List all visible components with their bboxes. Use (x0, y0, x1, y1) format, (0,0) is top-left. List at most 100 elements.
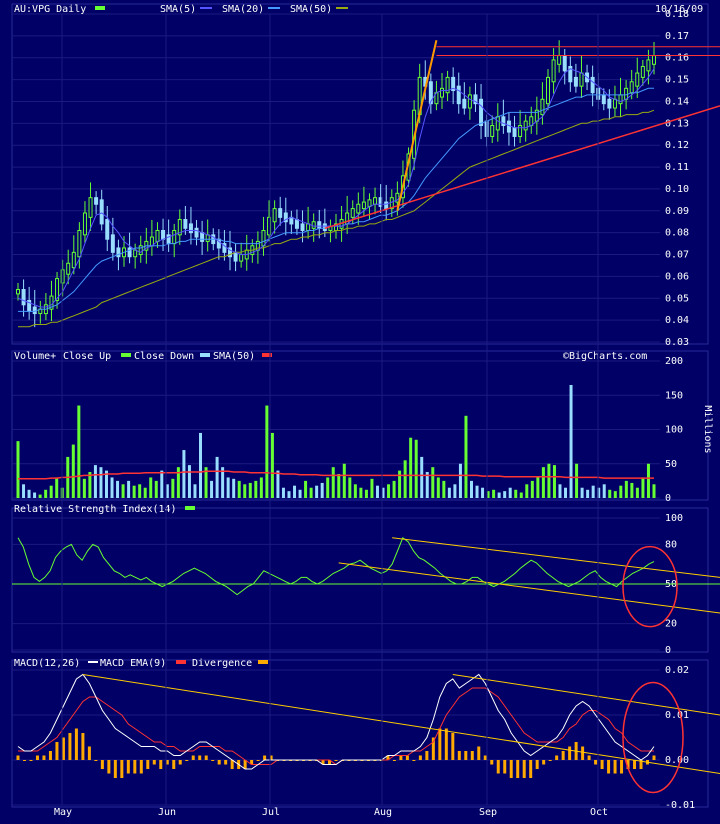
price-candle-body (540, 98, 545, 116)
macd-divergence-bar (191, 755, 195, 760)
macd-divergence-bar (470, 751, 474, 760)
stock-chart: 0.18 0.17 0.16 0.15 0.14 0.13 0.12 0.11 0.10 0.09… (0, 0, 720, 820)
volume-ytick-label: 100 (665, 425, 683, 436)
macd-divergence-bar (613, 760, 617, 774)
price-candle-body (94, 197, 99, 205)
volume-bar (569, 384, 573, 498)
price-candle-body (361, 201, 366, 210)
price-candle-body (183, 219, 188, 229)
macd-divergence-bar (263, 755, 267, 760)
volume-bar (519, 492, 523, 498)
volume-bar (182, 450, 186, 498)
macd-divergence-bar (399, 755, 403, 760)
price-ytick-label: 0.06 (665, 271, 689, 282)
volume-bar (193, 484, 197, 498)
macd-divergence-bar (548, 760, 552, 761)
xtick-label-jul: Jul (262, 807, 280, 818)
volume-bar (265, 405, 269, 498)
macd-divergence-bar (477, 746, 481, 760)
price-ytick-label: 0.15 (665, 75, 689, 86)
volume-bar (320, 482, 324, 498)
volume-bar (619, 485, 623, 498)
price-candle-body (601, 94, 606, 105)
macd-divergence-bar (29, 760, 33, 761)
volume-bar (281, 487, 285, 498)
volume-legend-swatch (200, 353, 210, 357)
price-candle-body (200, 232, 205, 242)
volume-bar (635, 487, 639, 498)
price-panel-frame (11, 3, 709, 345)
price-candle-body (523, 120, 528, 131)
price-candle-body (456, 85, 461, 105)
volume-bar (602, 484, 606, 498)
price-legend-swatch (95, 6, 105, 10)
volume-bar (608, 489, 612, 498)
volume-bar (16, 441, 20, 498)
price-candle-body (624, 87, 629, 100)
price-candle-body (300, 223, 305, 231)
price-candle-body (311, 221, 316, 229)
price-candle-body (440, 87, 444, 98)
macd-legend-swatch (258, 660, 268, 664)
rsi-legend-swatch (185, 506, 195, 510)
volume-bar (492, 489, 496, 498)
volume-bar (580, 487, 584, 498)
price-ytick-label: 0.17 (665, 31, 689, 42)
volume-bar (530, 480, 534, 498)
price-candle-body (573, 76, 578, 87)
price-ytick-label: 0.14 (665, 96, 689, 107)
price-candle-body (188, 223, 193, 234)
volume-bar (392, 480, 396, 498)
macd-divergence-bar (483, 755, 487, 760)
rsi-ytick-label: 20 (665, 619, 677, 630)
macd-divergence-bar (457, 751, 461, 760)
price-ytick-label: 0.10 (665, 184, 689, 195)
macd-divergence-bar (464, 751, 468, 760)
price-candle-body (32, 306, 37, 315)
volume-bar (514, 489, 518, 498)
macd-divergence-bar (438, 728, 442, 760)
price-candle-body (317, 221, 322, 229)
macd-divergence-bar (204, 755, 208, 760)
volume-bar (575, 463, 579, 498)
price-candle-body (278, 208, 283, 218)
price-legend-sma5: SMA(5) (160, 4, 196, 15)
macd-divergence-bar (172, 760, 176, 769)
price-candle-body (612, 98, 617, 109)
price-candle-body (579, 72, 584, 87)
volume-bar (436, 477, 440, 498)
price-candle-body (646, 59, 651, 72)
volume-bar (215, 456, 219, 498)
macd-divergence-bar (600, 760, 604, 769)
macd-divergence-bar (126, 760, 130, 774)
volume-bar (44, 489, 48, 498)
macd-divergence-bar (529, 760, 533, 778)
price-candle-body (194, 227, 199, 238)
volume-bar (591, 485, 595, 498)
price-ytick-label: 0.13 (665, 118, 689, 129)
volume-bar (370, 478, 374, 498)
volume-bar (287, 491, 291, 498)
macd-title: MACD(12,26) (14, 658, 80, 669)
macd-divergence-bar (178, 760, 182, 765)
volume-bar (447, 487, 451, 498)
price-candle-body (205, 234, 210, 242)
price-candle-body (546, 76, 550, 105)
volume-bar (536, 477, 540, 498)
macd-divergence-bar (55, 742, 59, 760)
macd-divergence-bar (22, 760, 26, 761)
xtick-label-may: May (54, 807, 72, 818)
price-title: AU:VPG Daily (14, 4, 86, 15)
price-candle-body (239, 254, 244, 262)
macd-divergence-bar (113, 760, 117, 778)
volume-bar (259, 477, 263, 498)
price-candle-body (110, 234, 115, 253)
price-legend-sma20: SMA(20) (222, 4, 264, 15)
volume-bar (143, 487, 147, 498)
macd-divergence-bar (581, 746, 585, 760)
volume-bar (547, 463, 551, 498)
macd-divergence-bar (555, 755, 559, 760)
volume-bar (564, 487, 568, 498)
volume-bar (326, 477, 330, 498)
price-candle-body (590, 76, 595, 94)
